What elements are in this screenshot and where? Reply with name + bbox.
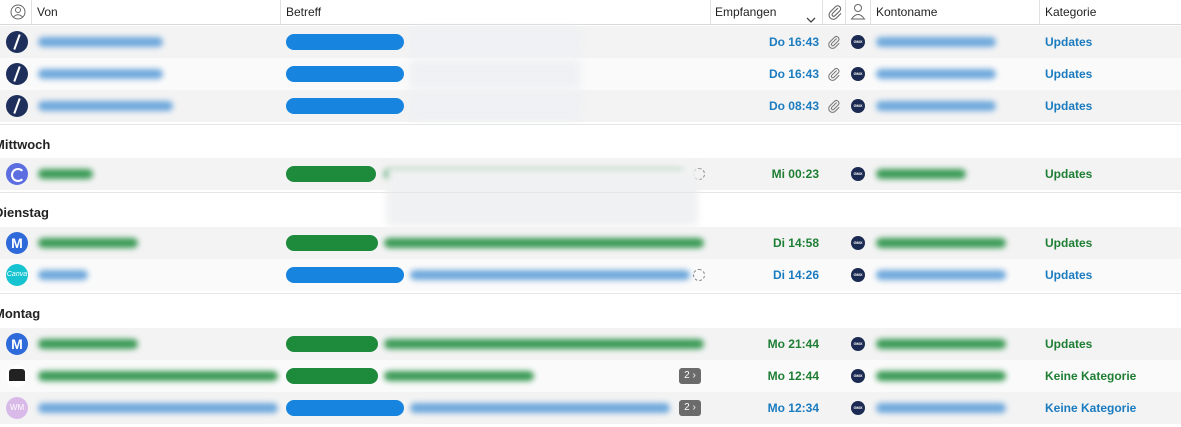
category: Updates	[1045, 337, 1093, 351]
avatar	[6, 31, 28, 53]
category: Keine Kategorie	[1045, 401, 1137, 415]
received-date: Mi 00:23	[771, 167, 819, 181]
list-item[interactable]: M Di 14:58 GMX Updates	[0, 227, 1181, 259]
avatar: Canva	[6, 264, 28, 286]
paperclip-icon	[827, 98, 841, 114]
received-date: Mo 21:44	[767, 337, 819, 351]
column-kontoname[interactable]: Kontoname	[876, 0, 937, 24]
received-date: Do 16:43	[768, 35, 819, 49]
list-item[interactable]: Do 08:43 GMX Updates	[0, 90, 1181, 122]
sender-pill	[286, 336, 378, 352]
category: Updates	[1045, 99, 1093, 113]
gmx-badge-icon: GMX	[851, 268, 865, 282]
sender-pill	[286, 235, 378, 251]
paperclip-icon	[827, 66, 841, 82]
list-item[interactable]: Do 16:43 GMX Updates	[0, 58, 1181, 90]
list-item[interactable]: 2 › Mo 12:44 GMX Keine Kategorie	[0, 360, 1181, 392]
gmx-badge-icon: GMX	[851, 67, 865, 81]
received-date: Mo 12:44	[767, 369, 819, 383]
sender-pill	[286, 166, 376, 182]
status-circle-icon	[693, 269, 705, 281]
gmx-badge-icon: GMX	[851, 337, 865, 351]
avatar	[6, 163, 28, 185]
gmx-badge-icon: GMX	[851, 167, 865, 181]
column-empfangen[interactable]: Empfangen	[715, 0, 776, 24]
column-header: Von Betreff Empfangen Kontoname Kategori…	[0, 0, 1181, 25]
gmx-badge-icon: GMX	[851, 401, 865, 415]
list-item[interactable]: M Mo 21:44 GMX Updates	[0, 328, 1181, 360]
received-date: Do 16:43	[768, 67, 819, 81]
group-header-montag[interactable]: Montag	[0, 293, 1181, 326]
received-date: Di 14:58	[772, 236, 819, 250]
avatar	[6, 365, 28, 387]
sender-pill	[286, 66, 404, 82]
category: Updates	[1045, 167, 1093, 181]
column-von[interactable]: Von	[37, 0, 58, 24]
sender-pill	[286, 267, 404, 283]
paperclip-icon[interactable]	[827, 4, 843, 20]
sender-pill	[286, 34, 404, 50]
category: Updates	[1045, 268, 1093, 282]
column-betreff[interactable]: Betreff	[286, 0, 321, 24]
list-item[interactable]: Canva Di 14:26 GMX Updates	[0, 259, 1181, 291]
list-item[interactable]: Do 16:43 GMX Updates	[0, 26, 1181, 58]
avatar: M	[6, 333, 28, 355]
gmx-badge-icon: GMX	[851, 99, 865, 113]
person-circle-icon[interactable]	[10, 4, 26, 20]
avatar	[6, 95, 28, 117]
avatar: M	[6, 232, 28, 254]
sender-pill	[286, 400, 404, 416]
received-date: Di 14:26	[772, 268, 819, 282]
avatar	[6, 63, 28, 85]
thread-count-badge[interactable]: 2 ›	[679, 368, 701, 384]
group-header-mittwoch[interactable]: Mittwoch	[0, 124, 1181, 157]
avatar: WM	[6, 397, 28, 419]
category: Updates	[1045, 35, 1093, 49]
gmx-badge-icon: GMX	[851, 236, 865, 250]
category: Keine Kategorie	[1045, 369, 1137, 383]
sender-pill	[286, 98, 404, 114]
paperclip-icon	[827, 34, 841, 50]
received-date: Do 08:43	[768, 99, 819, 113]
category: Updates	[1045, 67, 1093, 81]
category: Updates	[1045, 236, 1093, 250]
gmx-badge-icon: GMX	[851, 35, 865, 49]
list-item[interactable]: WM 2 › Mo 12:34 GMX Keine Kategorie	[0, 392, 1181, 424]
person-icon[interactable]	[850, 3, 866, 20]
sender-pill	[286, 368, 378, 384]
gmx-badge-icon: GMX	[851, 369, 865, 383]
chevron-down-icon[interactable]	[806, 8, 816, 23]
group-header-dienstag[interactable]: Dienstag	[0, 192, 1181, 225]
column-kategorie[interactable]: Kategorie	[1045, 0, 1096, 24]
received-date: Mo 12:34	[767, 401, 819, 415]
thread-count-badge[interactable]: 2 ›	[679, 400, 701, 416]
